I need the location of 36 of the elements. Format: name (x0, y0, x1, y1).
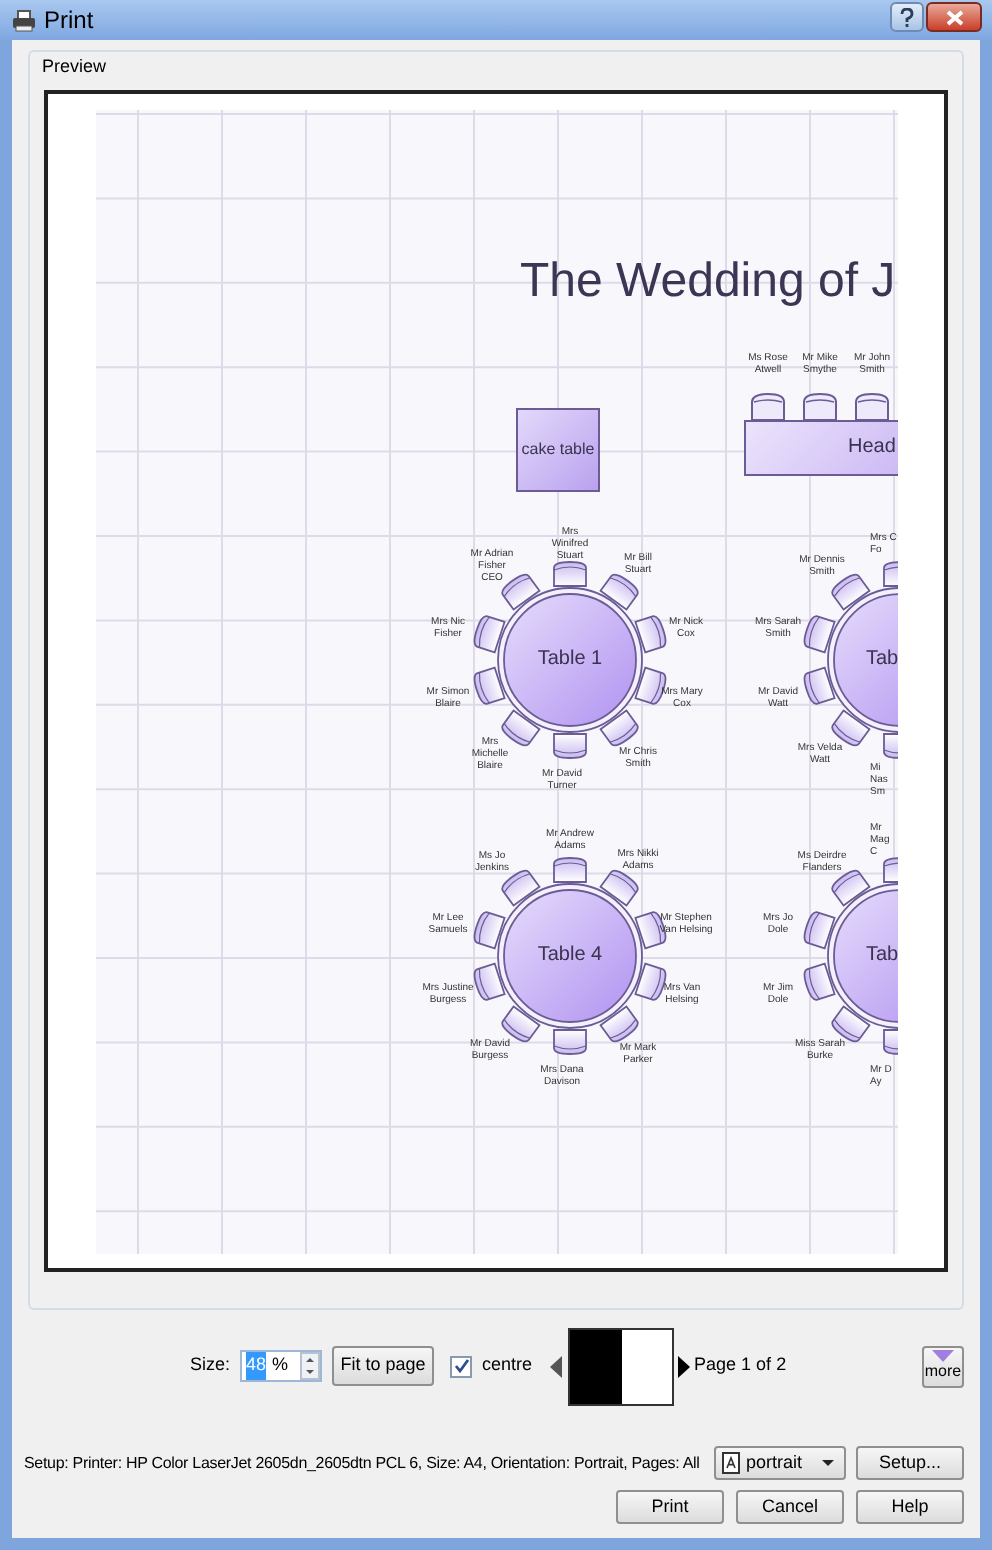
size-label: Size: (190, 1352, 231, 1379)
page-icon (722, 1452, 740, 1474)
table-label: Table 4 (537, 944, 603, 968)
table-label: Tab (866, 648, 898, 672)
help-icon (900, 7, 914, 27)
help-button[interactable] (890, 2, 924, 32)
cake-table: cake table (516, 408, 600, 492)
chair-icon (854, 392, 890, 422)
dialog-button[interactable]: Help (856, 1490, 964, 1524)
size-spinbox[interactable]: 48 % (240, 1350, 323, 1382)
checkbox[interactable] (450, 1355, 473, 1377)
head-table-label: Head (848, 436, 896, 460)
page-title: The Wedding of J (520, 254, 896, 310)
next-page-icon[interactable] (678, 1355, 691, 1377)
more-button[interactable]: more (922, 1346, 964, 1388)
orientation-dropdown[interactable]: portrait (714, 1446, 846, 1480)
setup-button[interactable]: Setup... (856, 1446, 964, 1480)
window-title: Print (44, 4, 94, 38)
page-thumbnail (568, 1327, 675, 1405)
expand-icon (932, 1350, 954, 1362)
table-label: Table 1 (537, 648, 603, 672)
dialog-button[interactable]: Cancel (736, 1490, 844, 1524)
checkbox-label: centre (482, 1352, 533, 1379)
spin-arrows-icon[interactable] (300, 1352, 321, 1380)
dialog-button[interactable]: Print (616, 1490, 724, 1524)
page-indicator: Page 1 of 2 (694, 1352, 787, 1379)
fit-to-page-button[interactable]: Fit to page (332, 1346, 435, 1386)
close-button[interactable] (926, 2, 982, 32)
table-label: Tab (866, 944, 898, 968)
setup-summary: Setup: Printer: HP Color LaserJet 2605dn_2605dtn PCL 6, Size: A4, Orientation: Portrait, Pages: All (24, 1451, 700, 1475)
previous-page-icon[interactable] (550, 1355, 563, 1377)
close-icon (945, 9, 963, 25)
chair-icon (802, 392, 838, 422)
printer-icon (12, 9, 36, 31)
caret-icon (822, 1460, 834, 1466)
chair-icon (750, 392, 786, 422)
